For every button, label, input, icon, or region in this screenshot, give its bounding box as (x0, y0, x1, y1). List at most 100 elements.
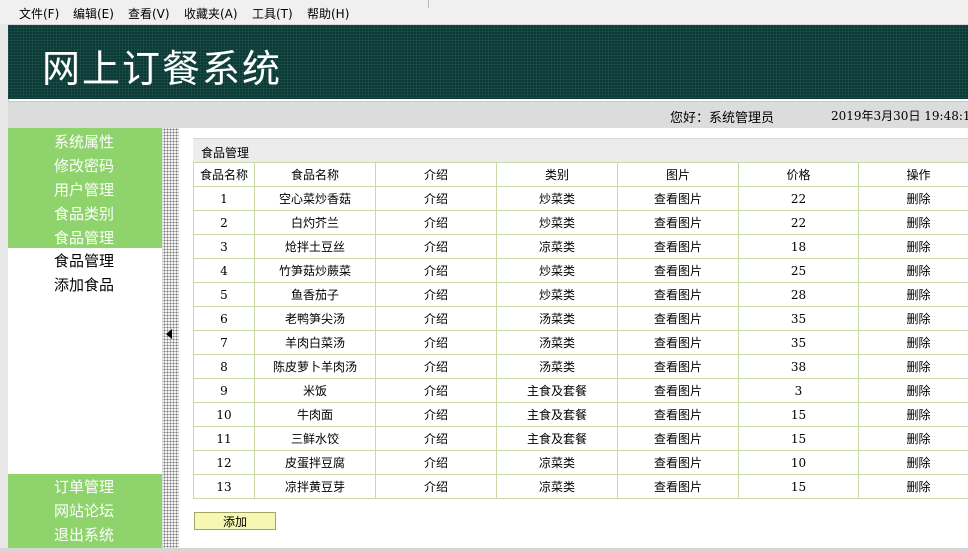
delete-link[interactable]: 删除 (858, 210, 968, 235)
intro-link[interactable]: 介绍 (375, 330, 497, 355)
cell-price: 35 (738, 306, 859, 331)
delete-link[interactable]: 删除 (858, 450, 968, 475)
delete-link[interactable]: 删除 (858, 354, 968, 379)
delete-link[interactable]: 删除 (858, 426, 968, 451)
delete-link[interactable]: 删除 (858, 330, 968, 355)
frame-splitter[interactable] (162, 128, 179, 548)
table-row: 11 三鲜水饺 介绍 主食及套餐 查看图片 15 删除 (193, 426, 968, 451)
view-image-link[interactable]: 查看图片 (617, 354, 739, 379)
table-row: 5 鱼香茄子 介绍 炒菜类 查看图片 28 删除 (193, 282, 968, 307)
intro-link[interactable]: 介绍 (375, 186, 497, 211)
sidebar-item-food-management[interactable]: 食品管理 (54, 227, 114, 248)
cell-food-name: 皮蛋拌豆腐 (254, 450, 376, 475)
cell-price: 15 (738, 474, 859, 499)
column-header: 食品名称 (193, 162, 255, 187)
view-image-link[interactable]: 查看图片 (617, 330, 739, 355)
delete-link[interactable]: 删除 (858, 258, 968, 283)
table-row: 7 羊肉白菜汤 介绍 汤菜类 查看图片 35 删除 (193, 330, 968, 355)
intro-link[interactable]: 介绍 (375, 282, 497, 307)
sidebar-item-logout[interactable]: 退出系统 (54, 524, 114, 545)
menu-view[interactable]: 查看(V) (128, 5, 170, 22)
sidebar-item-food-category[interactable]: 食品类别 (54, 203, 114, 224)
intro-link[interactable]: 介绍 (375, 378, 497, 403)
table-row: 9 米饭 介绍 主食及套餐 查看图片 3 删除 (193, 378, 968, 403)
view-image-link[interactable]: 查看图片 (617, 402, 739, 427)
column-header: 介绍 (375, 162, 497, 187)
intro-link[interactable]: 介绍 (375, 306, 497, 331)
menu-edit[interactable]: 编辑(E) (73, 5, 114, 22)
menu-file[interactable]: 文件(F) (19, 5, 59, 22)
table-header-row: 食品名称 食品名称 介绍 类别 图片 价格 操作 (193, 162, 968, 187)
intro-link[interactable]: 介绍 (375, 258, 497, 283)
panel-title: 食品管理 (201, 146, 250, 160)
view-image-link[interactable]: 查看图片 (617, 282, 739, 307)
cell-id: 3 (193, 234, 255, 259)
menu-tools[interactable]: 工具(T) (252, 5, 293, 22)
cell-food-name: 竹笋菇炒蕨菜 (254, 258, 376, 283)
sidebar-item-user-management[interactable]: 用户管理 (54, 179, 114, 200)
view-image-link[interactable]: 查看图片 (617, 474, 739, 499)
view-image-link[interactable]: 查看图片 (617, 258, 739, 283)
cell-food-name: 鱼香茄子 (254, 282, 376, 307)
cell-price: 35 (738, 330, 859, 355)
table-row: 8 陈皮萝卜羊肉汤 介绍 汤菜类 查看图片 38 删除 (193, 354, 968, 379)
sidebar-item-forum[interactable]: 网站论坛 (54, 500, 114, 521)
column-header: 价格 (738, 162, 859, 187)
collapse-arrow-icon[interactable] (166, 329, 172, 339)
delete-link[interactable]: 删除 (858, 282, 968, 307)
cell-food-name: 老鸭笋尖汤 (254, 306, 376, 331)
view-image-link[interactable]: 查看图片 (617, 234, 739, 259)
cell-food-name: 陈皮萝卜羊肉汤 (254, 354, 376, 379)
current-datetime: 2019年3月30日 19:48:12 (831, 109, 968, 123)
cell-price: 10 (738, 450, 859, 475)
cell-category: 主食及套餐 (496, 402, 618, 427)
cell-id: 8 (193, 354, 255, 379)
cell-id: 7 (193, 330, 255, 355)
delete-link[interactable]: 删除 (858, 378, 968, 403)
cell-id: 13 (193, 474, 255, 499)
sidebar-item-change-password[interactable]: 修改密码 (54, 155, 114, 176)
cell-price: 15 (738, 402, 859, 427)
cell-id: 5 (193, 282, 255, 307)
cell-id: 2 (193, 210, 255, 235)
menu-help[interactable]: 帮助(H) (307, 5, 349, 22)
view-image-link[interactable]: 查看图片 (617, 378, 739, 403)
intro-link[interactable]: 介绍 (375, 354, 497, 379)
intro-link[interactable]: 介绍 (375, 426, 497, 451)
cell-id: 12 (193, 450, 255, 475)
delete-link[interactable]: 删除 (858, 402, 968, 427)
table-body: 1 空心菜炒香菇 介绍 炒菜类 查看图片 22 删除 2 白灼芥兰 介绍 炒菜类 查看图片 22 删除 3 炝… (193, 186, 968, 499)
intro-link[interactable]: 介绍 (375, 234, 497, 259)
intro-link[interactable]: 介绍 (375, 474, 497, 499)
view-image-link[interactable]: 查看图片 (617, 306, 739, 331)
cell-id: 9 (193, 378, 255, 403)
delete-link[interactable]: 删除 (858, 474, 968, 499)
table-row: 1 空心菜炒香菇 介绍 炒菜类 查看图片 22 删除 (193, 186, 968, 211)
table-row: 13 凉拌黄豆芽 介绍 凉菜类 查看图片 15 删除 (193, 474, 968, 499)
delete-link[interactable]: 删除 (858, 306, 968, 331)
menu-bar: 文件(F) 编辑(E) 查看(V) 收藏夹(A) 工具(T) 帮助(H) (0, 0, 968, 25)
intro-link[interactable]: 介绍 (375, 450, 497, 475)
cell-category: 凉菜类 (496, 450, 618, 475)
sidebar-subitem-food-management[interactable]: 食品管理 (54, 250, 114, 271)
cell-id: 4 (193, 258, 255, 283)
delete-link[interactable]: 删除 (858, 234, 968, 259)
menu-favorites[interactable]: 收藏夹(A) (184, 5, 238, 22)
cell-price: 3 (738, 378, 859, 403)
cell-price: 18 (738, 234, 859, 259)
cell-category: 炒菜类 (496, 282, 618, 307)
view-image-link[interactable]: 查看图片 (617, 210, 739, 235)
sidebar-item-order-management[interactable]: 订单管理 (54, 476, 114, 497)
view-image-link[interactable]: 查看图片 (617, 186, 739, 211)
delete-link[interactable]: 删除 (858, 186, 968, 211)
sidebar-item-system-properties[interactable]: 系统属性 (54, 131, 114, 152)
cell-food-name: 三鲜水饺 (254, 426, 376, 451)
view-image-link[interactable]: 查看图片 (617, 426, 739, 451)
intro-link[interactable]: 介绍 (375, 210, 497, 235)
status-bar: 您好：系统管理员 2019年3月30日 19:48:12 (8, 101, 968, 129)
cell-id: 10 (193, 402, 255, 427)
intro-link[interactable]: 介绍 (375, 402, 497, 427)
sidebar-subitem-add-food[interactable]: 添加食品 (54, 274, 114, 295)
add-button[interactable]: 添加 (194, 512, 276, 530)
view-image-link[interactable]: 查看图片 (617, 450, 739, 475)
